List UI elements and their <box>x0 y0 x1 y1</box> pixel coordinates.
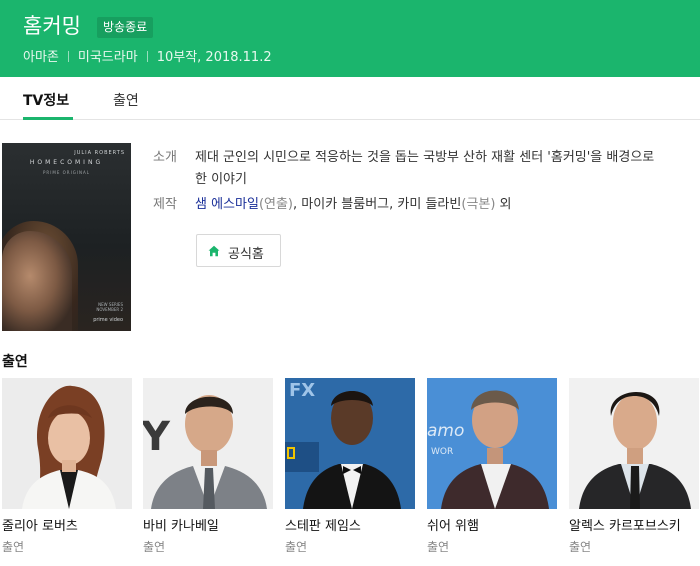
status-badge: 방송종료 <box>97 17 154 38</box>
poster-series-text: NEW SERIES NOVEMBER 2 <box>96 302 123 312</box>
poster-actor-text: JULIA ROBERTS <box>74 150 125 156</box>
director-link[interactable]: 샘 에스마일 <box>195 197 259 212</box>
cast-name[interactable]: 줄리아 로버츠 <box>2 515 78 534</box>
cast-role: 출연 <box>285 540 308 554</box>
active-tab-indicator <box>23 117 73 120</box>
meta-episodes-date: 10부작, 2018.11.2 <box>156 50 272 65</box>
svg-text:amo: amo <box>427 421 464 441</box>
official-home-button[interactable]: 공식홈 <box>196 234 281 267</box>
cast-role: 출연 <box>427 540 450 554</box>
cast-name[interactable]: 알렉스 카르포브스키 <box>569 515 681 534</box>
meta-divider <box>146 51 148 62</box>
meta-line: 아마존 미국드라마 10부작, 2018.11.2 <box>23 46 272 65</box>
cast-photo[interactable] <box>2 378 132 509</box>
tab-cast[interactable]: 출연 <box>113 90 139 110</box>
header: 홈커밍 방송종료 아마존 미국드라마 10부작, 2018.11.2 <box>0 0 700 77</box>
poster-original-text: PRIME ORIGINAL <box>43 170 90 175</box>
director-role: (연출) <box>258 197 294 212</box>
cast-photo[interactable]: FX <box>285 378 415 509</box>
poster-title-text: HOMECOMING <box>29 159 104 166</box>
writers-role: (극본) <box>461 197 496 212</box>
intro-text: 제대 군인의 시민으로 적응하는 것을 돕는 국방부 산하 재활 센터 '홈커밍… <box>195 150 655 187</box>
home-icon <box>208 245 220 257</box>
cast-name[interactable]: 스테판 제임스 <box>285 515 361 534</box>
meta-network[interactable]: 아마존 <box>23 50 59 65</box>
cast-photo[interactable] <box>569 378 699 509</box>
tab-tv-info[interactable]: TV정보 <box>23 90 69 110</box>
cast-heading: 출연 <box>2 354 28 370</box>
intro-label: 소개 <box>153 150 177 165</box>
meta-genre[interactable]: 미국드라마 <box>78 50 138 65</box>
svg-text:FX: FX <box>289 380 315 401</box>
poster-face <box>2 231 72 331</box>
cast-name[interactable]: 바비 카나베일 <box>143 515 219 534</box>
production-label: 제작 <box>153 197 177 212</box>
svg-text:Y: Y <box>143 414 171 460</box>
official-home-label: 공식홈 <box>228 247 264 262</box>
poster-image[interactable]: JULIA ROBERTS HOMECOMING PRIME ORIGINAL … <box>2 143 131 331</box>
cast-role: 출연 <box>2 540 25 554</box>
poster-brand-logo: prime video <box>93 317 123 323</box>
writers-text: , 마이카 블룸버그, 카미 들라빈 <box>293 197 462 212</box>
meta-divider <box>67 51 69 62</box>
tab-bar: TV정보 출연 <box>0 77 700 120</box>
cast-role: 출연 <box>569 540 592 554</box>
cast-name[interactable]: 쉬어 위햄 <box>427 515 479 534</box>
cast-role: 출연 <box>143 540 166 554</box>
production-text: 샘 에스마일(연출), 마이카 블룸버그, 카미 들라빈(극본) 외 <box>195 194 673 216</box>
cast-photo[interactable]: Y <box>143 378 273 509</box>
svg-text:WOR: WOR <box>431 447 453 457</box>
page-title: 홈커밍 <box>23 14 81 38</box>
production-suffix: 외 <box>495 197 512 212</box>
cast-photo[interactable]: amo WOR <box>427 378 557 509</box>
